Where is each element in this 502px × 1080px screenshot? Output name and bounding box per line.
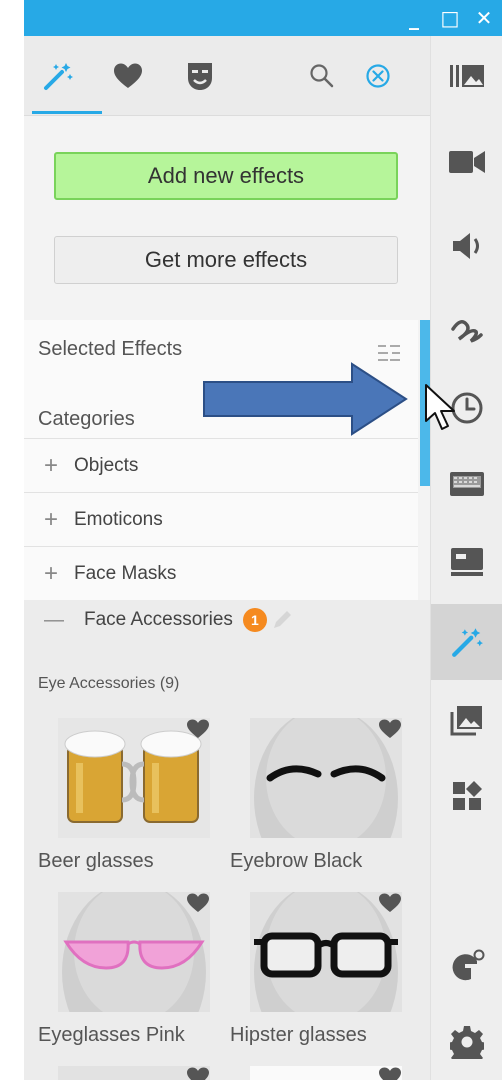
effects-icon: [452, 628, 483, 657]
sidebar-item-keyboard[interactable]: [431, 454, 502, 514]
mouse-cursor: [425, 384, 455, 430]
widgets-icon: [453, 781, 482, 810]
tab-masks[interactable]: [180, 56, 220, 96]
tab-effects[interactable]: [38, 56, 78, 96]
sidebar-item-audio[interactable]: [431, 216, 502, 276]
clear-icon: [366, 64, 390, 88]
category-label: Face Masks: [74, 562, 177, 584]
sort-icon[interactable]: [376, 342, 402, 364]
image-icon: [450, 706, 482, 736]
sidebar-item-effects[interactable]: [431, 604, 502, 680]
effect-label: Hipster glasses: [230, 1024, 367, 1046]
maximize-button[interactable]: □: [432, 0, 468, 36]
favorite-heart-icon[interactable]: [186, 1066, 210, 1080]
effect-thumbnail-hipster-glasses[interactable]: [250, 892, 402, 1012]
minimize-button[interactable]: _: [396, 0, 432, 36]
effect-label: Beer glasses: [38, 850, 154, 872]
sidebar-item-webcam-effects[interactable]: [431, 936, 502, 996]
effect-thumbnail-eyeglasses-pink[interactable]: [58, 892, 210, 1012]
search-icon: [310, 64, 334, 88]
sidebar-item-screen[interactable]: [431, 532, 502, 592]
face-accessories-label: Face Accessories: [84, 609, 233, 630]
media-library-icon: [450, 65, 484, 87]
title-bar: _ □ ✕: [24, 0, 502, 36]
categories-label: Categories: [38, 408, 135, 430]
category-objects[interactable]: + Objects: [24, 438, 418, 492]
sidebar-item-video[interactable]: [431, 132, 502, 192]
magic-wand-icon: [44, 63, 73, 90]
active-tab-indicator: [32, 111, 102, 114]
face-accessories-header[interactable]: — Face Accessories 1: [44, 608, 293, 632]
favorite-heart-icon[interactable]: [378, 718, 402, 740]
pencil-icon[interactable]: [271, 609, 293, 631]
category-label: Objects: [74, 454, 139, 476]
effects-tab-bar: [24, 36, 430, 116]
clear-button[interactable]: [358, 56, 398, 96]
add-new-effects-button[interactable]: Add new effects: [54, 152, 398, 200]
effect-label: Eyeglasses Pink: [38, 1024, 185, 1046]
video-icon: [449, 151, 485, 173]
get-more-effects-button[interactable]: Get more effects: [54, 236, 398, 284]
effect-thumbnail-beer-glasses[interactable]: [58, 718, 210, 838]
collapse-icon: —: [44, 608, 64, 631]
close-button[interactable]: ✕: [466, 0, 502, 36]
heart-icon: [114, 63, 142, 88]
category-emoticons[interactable]: + Emoticons: [24, 492, 418, 546]
webcam-effects-icon: [452, 949, 485, 981]
background-strip: [0, 0, 24, 1080]
favorite-heart-icon[interactable]: [378, 1066, 402, 1080]
category-face-masks[interactable]: + Face Masks: [24, 546, 418, 600]
sidebar-item-settings[interactable]: [431, 1012, 502, 1072]
settings-icon: [450, 1026, 484, 1059]
annotation-arrow: [203, 362, 408, 436]
effects-panel: Add new effects Get more effects Selecte…: [24, 36, 430, 1080]
favorite-heart-icon[interactable]: [378, 892, 402, 914]
eye-accessories-subtitle: Eye Accessories (9): [38, 675, 180, 692]
tab-favorites[interactable]: [108, 56, 148, 96]
favorite-heart-icon[interactable]: [186, 892, 210, 914]
expand-icon: +: [44, 451, 59, 479]
sidebar-item-annotations[interactable]: [431, 302, 502, 362]
effect-thumbnail-partial[interactable]: [250, 1066, 402, 1080]
mask-icon: [188, 63, 212, 90]
face-accessories-section: — Face Accessories 1 Eye Accessories (9): [24, 600, 430, 1080]
effect-thumbnail-partial[interactable]: [58, 1066, 210, 1080]
expand-icon: +: [44, 505, 59, 533]
animation-icon: [451, 320, 483, 343]
keyboard-icon: [450, 472, 484, 496]
search-button[interactable]: [302, 56, 342, 96]
selected-effects-label: Selected Effects: [38, 338, 183, 360]
effect-thumbnail-eyebrow-black[interactable]: [250, 718, 402, 838]
favorite-heart-icon[interactable]: [186, 718, 210, 740]
category-label: Emoticons: [74, 508, 163, 530]
expand-icon: +: [44, 559, 59, 587]
effect-label: Eyebrow Black: [230, 850, 363, 872]
audio-icon: [453, 233, 479, 259]
tools-sidebar: [430, 36, 502, 1080]
sidebar-item-widgets[interactable]: [431, 766, 502, 826]
selection-count-badge: 1: [242, 608, 267, 632]
screen-icon: [451, 548, 483, 576]
sidebar-item-images[interactable]: [431, 690, 502, 750]
sidebar-item-media[interactable]: [431, 46, 502, 106]
